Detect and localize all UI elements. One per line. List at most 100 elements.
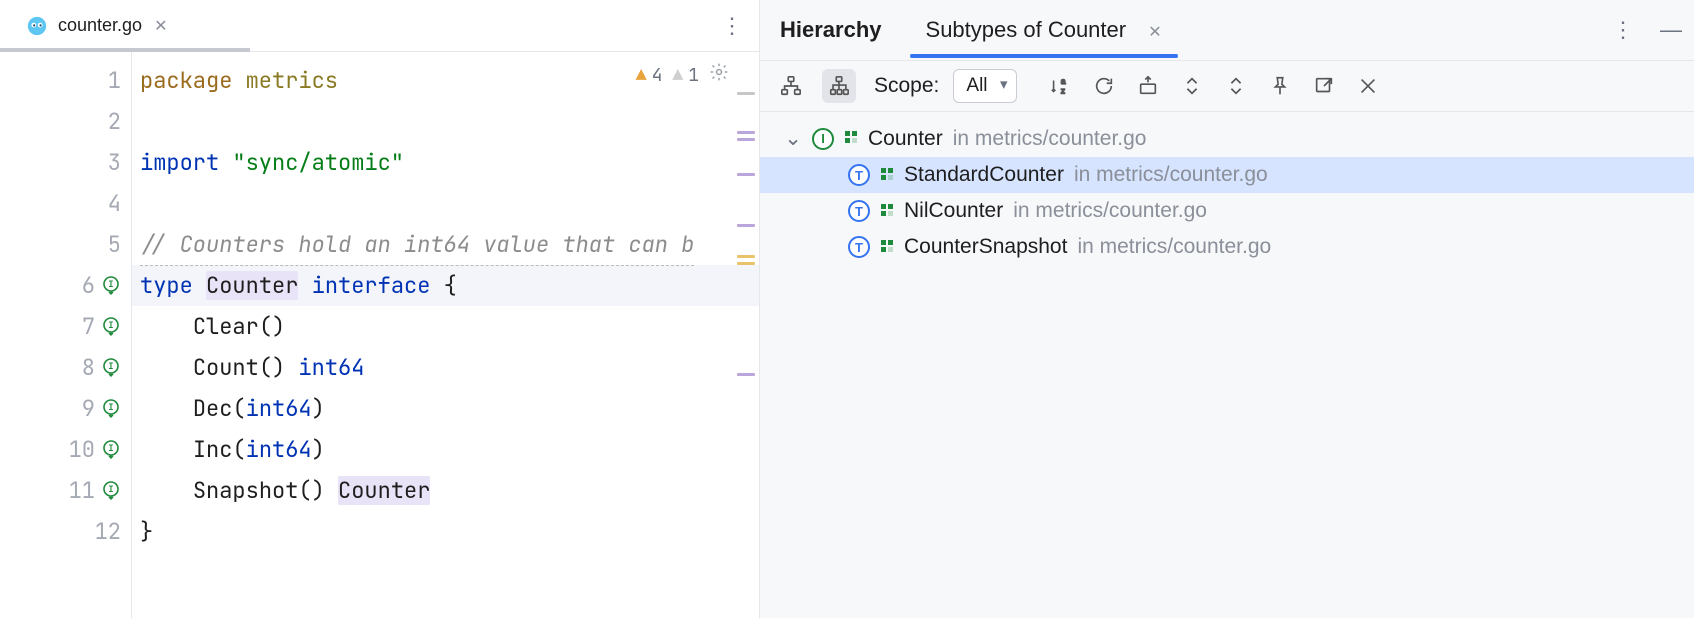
tree-row[interactable]: T NilCounter in metrics/counter.go xyxy=(760,193,1694,229)
node-name: StandardCounter xyxy=(904,163,1064,187)
weak-warning-count: 1 xyxy=(688,64,699,87)
hierarchy-tabstrip: Hierarchy Subtypes of Counter ✕ ⋮ — xyxy=(760,0,1694,60)
line-number: 1 xyxy=(108,60,121,101)
keyword: import xyxy=(140,148,219,177)
node-location: in metrics/counter.go xyxy=(1013,199,1207,223)
editor-tab-filename: counter.go xyxy=(58,15,142,36)
implements-icon[interactable]: I xyxy=(101,399,121,419)
error-stripe[interactable] xyxy=(737,92,755,376)
node-location: in metrics/counter.go xyxy=(1074,163,1268,187)
string-literal: "sync/atomic" xyxy=(232,148,404,177)
paren: ) xyxy=(312,394,325,423)
tree-row[interactable]: ⌄ I Counter in metrics/counter.go xyxy=(760,120,1694,157)
type: int64 xyxy=(298,353,364,382)
editor-more-button[interactable]: ⋮ xyxy=(721,13,745,39)
code-content[interactable]: ▲4 ▲1 package metrics import "sync/atomi… xyxy=(132,52,759,618)
line-number: 12 xyxy=(95,511,121,552)
method: Count() xyxy=(193,353,285,382)
tab-subtypes[interactable]: Subtypes of Counter ✕ xyxy=(918,3,1170,57)
implements-icon[interactable]: I xyxy=(101,276,121,296)
class-hierarchy-button[interactable] xyxy=(774,69,808,103)
more-icon[interactable]: ⋮ xyxy=(1612,17,1634,43)
brace: } xyxy=(140,517,153,546)
minimize-icon[interactable]: — xyxy=(1660,17,1682,43)
collapse-all-icon[interactable] xyxy=(1225,75,1247,97)
close-icon[interactable]: ✕ xyxy=(152,14,169,38)
tab-hierarchy[interactable]: Hierarchy xyxy=(772,3,890,57)
refresh-icon[interactable] xyxy=(1093,75,1115,97)
implements-icon[interactable]: I xyxy=(101,440,121,460)
line-number: 11 xyxy=(69,470,95,511)
svg-text:I: I xyxy=(108,278,113,290)
type-name: Counter xyxy=(206,271,298,300)
node-name: CounterSnapshot xyxy=(904,235,1067,259)
hierarchy-pane: Hierarchy Subtypes of Counter ✕ ⋮ — Scop… xyxy=(760,0,1694,618)
node-name: NilCounter xyxy=(904,199,1003,223)
comment: // Counters hold an int64 value that can… xyxy=(140,224,694,266)
gear-icon[interactable] xyxy=(709,62,729,88)
tab-label: Hierarchy xyxy=(780,17,882,42)
tree-row[interactable]: T CounterSnapshot in metrics/counter.go xyxy=(760,229,1694,265)
method: Clear() xyxy=(193,312,285,341)
line-number: 5 xyxy=(108,224,121,265)
svg-text:I: I xyxy=(108,319,113,331)
line-number: 6 xyxy=(82,265,95,306)
go-file-icon xyxy=(26,15,48,37)
struct-icon xyxy=(880,203,894,220)
type-icon: T xyxy=(848,200,870,222)
method: Snapshot() xyxy=(193,476,325,505)
scope-label: Scope: xyxy=(874,74,939,98)
weak-warning-icon: ▲ xyxy=(672,64,683,87)
svg-text:a: a xyxy=(1060,77,1065,86)
method: Inc( xyxy=(193,435,246,464)
svg-text:I: I xyxy=(108,483,113,495)
hierarchy-toolbar: Scope: All az xyxy=(760,60,1694,112)
code-area[interactable]: 1 2 3 4 5 6I 7I 8I 9I 10I 11I 12 ▲4 ▲1 p… xyxy=(0,52,759,618)
subtypes-hierarchy-button[interactable] xyxy=(822,69,856,103)
sort-alpha-icon[interactable]: az xyxy=(1049,75,1071,97)
type: int64 xyxy=(246,435,312,464)
scope-select[interactable]: All xyxy=(953,69,1016,103)
interface-icon: I xyxy=(812,128,834,150)
close-icon[interactable] xyxy=(1357,75,1379,97)
keyword: package xyxy=(140,66,232,95)
identifier: metrics xyxy=(246,66,338,95)
node-name: Counter xyxy=(868,127,943,151)
line-number: 3 xyxy=(108,142,121,183)
warning-count: 4 xyxy=(652,64,663,87)
inspection-summary[interactable]: ▲4 ▲1 xyxy=(636,62,729,88)
warning-icon: ▲ xyxy=(636,64,647,87)
chevron-down-icon[interactable]: ⌄ xyxy=(784,126,802,151)
type: int64 xyxy=(246,394,312,423)
line-number: 8 xyxy=(82,347,95,388)
pin-icon[interactable] xyxy=(1269,75,1291,97)
line-number: 10 xyxy=(69,429,95,470)
brace: { xyxy=(444,271,457,300)
node-location: in metrics/counter.go xyxy=(1077,235,1271,259)
close-icon[interactable]: ✕ xyxy=(1148,24,1161,41)
implements-icon[interactable]: I xyxy=(101,317,121,337)
hierarchy-tree: ⌄ICounter in metrics/counter.goTStandard… xyxy=(760,112,1694,273)
keyword: interface xyxy=(312,271,431,300)
line-number: 2 xyxy=(108,101,121,142)
type: Counter xyxy=(338,476,430,505)
editor-pane: counter.go ✕ ⋮ 1 2 3 4 5 6I 7I 8I 9I 10I… xyxy=(0,0,760,618)
struct-icon xyxy=(880,239,894,256)
expand-all-icon[interactable] xyxy=(1181,75,1203,97)
implements-icon[interactable]: I xyxy=(101,358,121,378)
gutter: 1 2 3 4 5 6I 7I 8I 9I 10I 11I 12 xyxy=(0,52,132,618)
autoscroll-icon[interactable] xyxy=(1137,75,1159,97)
svg-text:z: z xyxy=(1060,86,1064,95)
struct-icon xyxy=(844,130,858,147)
scope-value: All xyxy=(966,75,987,96)
type-icon: T xyxy=(848,236,870,258)
node-location: in metrics/counter.go xyxy=(953,127,1147,151)
implements-icon[interactable]: I xyxy=(101,481,121,501)
line-number: 9 xyxy=(82,388,95,429)
paren: ) xyxy=(312,435,325,464)
export-icon[interactable] xyxy=(1313,75,1335,97)
method: Dec( xyxy=(193,394,246,423)
editor-tab[interactable]: counter.go ✕ xyxy=(14,6,181,46)
tree-row[interactable]: TStandardCounter in metrics/counter.go xyxy=(760,157,1694,193)
line-number: 4 xyxy=(108,183,121,224)
